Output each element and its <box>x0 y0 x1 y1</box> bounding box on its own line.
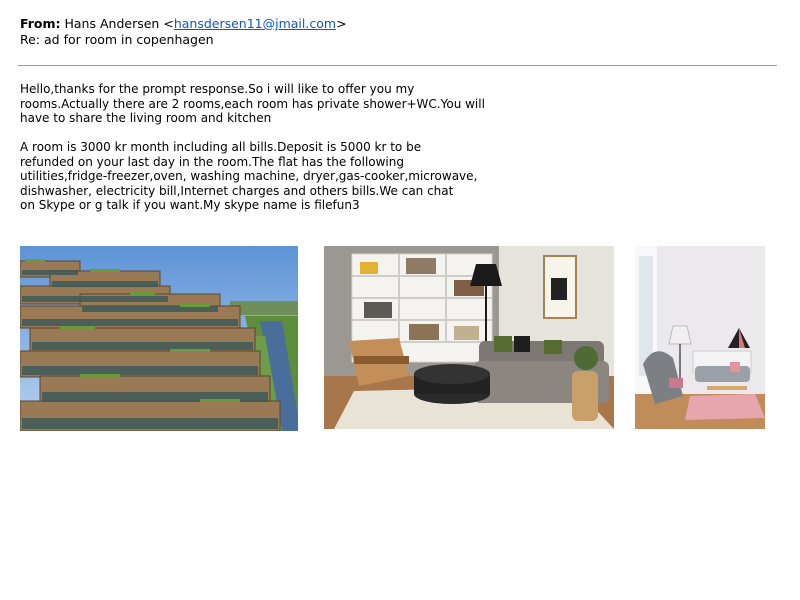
email-subject: Re: ad for room in copenhagen <box>20 32 214 47</box>
from-label: From: <box>20 16 61 31</box>
sender-name: Hans Andersen <box>64 16 160 31</box>
email-header: From: Hans Andersen <hansdersen11@jmail.… <box>20 16 347 48</box>
from-line: From: Hans Andersen <hansdersen11@jmail.… <box>20 16 347 32</box>
sender-open-bracket: < <box>163 16 174 31</box>
email-body: Hello,thanks for the prompt response.So … <box>20 82 510 213</box>
body-paragraph-1: Hello,thanks for the prompt response.So … <box>20 82 485 125</box>
header-divider <box>18 65 777 66</box>
sender-email-link[interactable]: hansdersen11@jmail.com <box>174 16 336 31</box>
attachment-photo-building[interactable] <box>20 246 298 431</box>
bright-room-photo-graphic <box>635 246 765 429</box>
sender-close-bracket: > <box>336 16 347 31</box>
attachment-photo-bright-room[interactable] <box>635 246 765 429</box>
attachment-photo-living-room[interactable] <box>324 246 614 429</box>
building-photo-graphic <box>20 246 298 431</box>
living-room-photo-graphic <box>324 246 614 429</box>
body-paragraph-2: A room is 3000 kr month including all bi… <box>20 140 478 212</box>
